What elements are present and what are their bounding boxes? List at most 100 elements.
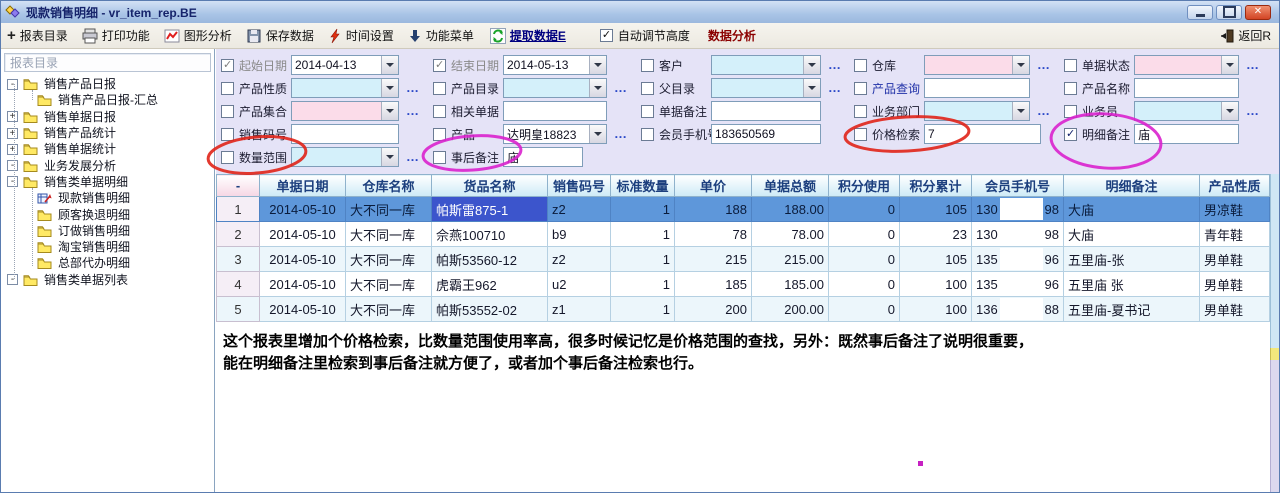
header-product-nature[interactable]: 产品性质 xyxy=(1200,175,1270,197)
minimize-button[interactable] xyxy=(1187,5,1213,20)
function-menu-button[interactable]: 功能菜单 xyxy=(408,27,474,44)
sales-code-input[interactable] xyxy=(291,124,399,144)
product-name-checkbox[interactable] xyxy=(1064,82,1077,95)
header-order-date[interactable]: 单据日期 xyxy=(260,175,346,197)
expand-minus-icon[interactable]: - xyxy=(7,79,18,90)
product-catalog-checkbox[interactable] xyxy=(433,82,446,95)
ellipsis-button[interactable] xyxy=(406,80,420,95)
sales-code-checkbox[interactable] xyxy=(221,128,234,141)
tree-item-sales-order-stats[interactable]: + 销售单据统计 xyxy=(1,141,214,157)
header-detail-remark[interactable]: 明细备注 xyxy=(1064,175,1200,197)
table-row[interactable]: 3 2014-05-10 大不同一库 帕斯53560-12 z2 1 215 2… xyxy=(217,247,1270,272)
combo-arrow-icon[interactable] xyxy=(1221,56,1238,74)
combo-arrow-icon[interactable] xyxy=(803,56,820,74)
expand-plus-icon[interactable]: + xyxy=(7,144,18,155)
ellipsis-button[interactable] xyxy=(828,57,842,72)
order-remark-checkbox[interactable] xyxy=(641,105,654,118)
price-search-input[interactable]: 7 xyxy=(924,124,1041,144)
post-remark-input[interactable]: 庙 xyxy=(503,147,583,167)
product-checkbox[interactable] xyxy=(433,128,446,141)
print-button[interactable]: 打印功能 xyxy=(82,27,150,44)
expand-minus-icon[interactable]: - xyxy=(7,160,18,171)
warehouse-checkbox[interactable] xyxy=(854,59,867,72)
salesperson-checkbox[interactable] xyxy=(1064,105,1077,118)
ellipsis-button[interactable] xyxy=(1246,57,1260,72)
order-status-combo[interactable] xyxy=(1134,55,1239,75)
combo-arrow-icon[interactable] xyxy=(381,148,398,166)
product-query-checkbox[interactable] xyxy=(854,82,867,95)
start-date-checkbox[interactable] xyxy=(221,59,234,72)
header-warehouse[interactable]: 仓库名称 xyxy=(346,175,432,197)
detail-remark-checkbox[interactable] xyxy=(1064,128,1077,141)
warehouse-combo[interactable] xyxy=(924,55,1030,75)
table-row[interactable]: 2 2014-05-10 大不同一库 佘燕100710 b9 1 78 78.0… xyxy=(217,222,1270,247)
header-points-used[interactable]: 积分使用 xyxy=(829,175,900,197)
customer-checkbox[interactable] xyxy=(641,59,654,72)
member-phone-input[interactable]: 183650569 xyxy=(711,124,821,144)
expand-plus-icon[interactable]: + xyxy=(7,128,18,139)
combo-arrow-icon[interactable] xyxy=(381,79,398,97)
product-set-checkbox[interactable] xyxy=(221,105,234,118)
parent-catalog-combo[interactable] xyxy=(711,78,821,98)
ellipsis-button[interactable] xyxy=(406,103,420,118)
combo-arrow-icon[interactable] xyxy=(589,56,606,74)
return-button[interactable]: 返回R xyxy=(1219,27,1271,44)
product-query-input[interactable] xyxy=(924,78,1030,98)
product-set-combo[interactable] xyxy=(291,101,399,121)
header-member-phone[interactable]: 会员手机号 xyxy=(972,175,1064,197)
combo-arrow-icon[interactable] xyxy=(803,79,820,97)
customer-combo[interactable] xyxy=(711,55,821,75)
combo-arrow-icon[interactable] xyxy=(589,79,606,97)
combo-arrow-icon[interactable] xyxy=(381,56,398,74)
end-date-checkbox[interactable] xyxy=(433,59,446,72)
time-settings-button[interactable]: 时间设置 xyxy=(328,27,394,44)
extract-data-button[interactable]: 提取数据E xyxy=(490,27,566,44)
ellipsis-button[interactable] xyxy=(828,80,842,95)
ellipsis-button[interactable] xyxy=(614,80,628,95)
header-sales-code[interactable]: 销售码号 xyxy=(548,175,611,197)
close-button[interactable] xyxy=(1245,5,1271,20)
save-data-button[interactable]: 保存数据 xyxy=(246,27,314,44)
header-order-total[interactable]: 单据总额 xyxy=(752,175,829,197)
post-remark-checkbox[interactable] xyxy=(433,151,446,164)
header-std-qty[interactable]: 标准数量 xyxy=(611,175,675,197)
ellipsis-button[interactable] xyxy=(1037,57,1051,72)
data-analysis-label[interactable]: 数据分析 xyxy=(708,27,756,44)
header-index[interactable]: - xyxy=(217,175,260,197)
ellipsis-button[interactable] xyxy=(1246,103,1260,118)
qty-range-combo[interactable] xyxy=(291,147,399,167)
order-status-checkbox[interactable] xyxy=(1064,59,1077,72)
auto-height-checkbox[interactable] xyxy=(600,29,613,42)
member-phone-checkbox[interactable] xyxy=(641,128,654,141)
product-combo[interactable]: 达明皇18823 xyxy=(503,124,607,144)
header-unit-price[interactable]: 单价 xyxy=(675,175,752,197)
combo-arrow-icon[interactable] xyxy=(1012,102,1029,120)
start-date-combo[interactable]: 2014-04-13 xyxy=(291,55,399,75)
tree-item-sales-product-stats[interactable]: + 销售产品统计 xyxy=(1,125,214,141)
report-dir-button[interactable]: + 报表目录 xyxy=(7,27,68,44)
auto-height-toggle[interactable]: 自动调节高度 xyxy=(600,27,690,44)
table-row[interactable]: 5 2014-05-10 大不同一库 帕斯53552-02 z1 1 200 2… xyxy=(217,297,1270,322)
expand-plus-icon[interactable]: + xyxy=(7,111,18,122)
expand-minus-icon[interactable]: - xyxy=(7,274,18,285)
business-dept-checkbox[interactable] xyxy=(854,105,867,118)
ellipsis-button[interactable] xyxy=(406,149,420,164)
maximize-button[interactable] xyxy=(1216,5,1242,20)
header-points-total[interactable]: 积分累计 xyxy=(900,175,972,197)
tree-item-sales-order-daily[interactable]: + 销售单据日报 xyxy=(1,109,214,125)
combo-arrow-icon[interactable] xyxy=(589,125,606,143)
ellipsis-button[interactable] xyxy=(1037,103,1051,118)
related-order-input[interactable] xyxy=(503,101,607,121)
focused-cell[interactable]: 帕斯雷875-1 xyxy=(432,197,548,222)
table-row-selected[interactable]: 1 2014-05-10 大不同一库 帕斯雷875-1 z2 1 188 188… xyxy=(217,197,1270,222)
combo-arrow-icon[interactable] xyxy=(1221,102,1238,120)
product-nature-checkbox[interactable] xyxy=(221,82,234,95)
parent-catalog-checkbox[interactable] xyxy=(641,82,654,95)
business-dept-combo[interactable] xyxy=(924,101,1030,121)
order-remark-input[interactable] xyxy=(711,101,821,121)
end-date-combo[interactable]: 2014-05-13 xyxy=(503,55,607,75)
table-row[interactable]: 4 2014-05-10 大不同一库 虎霸王962 u2 1 185 185.0… xyxy=(217,272,1270,297)
combo-arrow-icon[interactable] xyxy=(381,102,398,120)
price-search-checkbox[interactable] xyxy=(854,128,867,141)
tree-item-business-development[interactable]: - 业务发展分析 xyxy=(1,157,214,173)
